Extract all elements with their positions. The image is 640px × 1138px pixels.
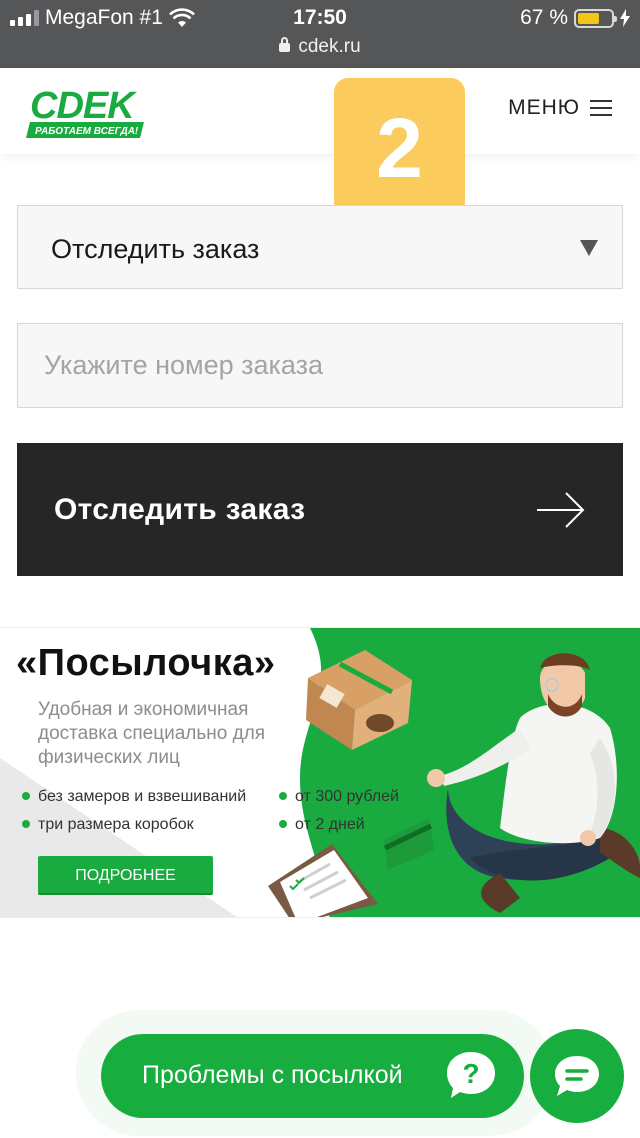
url-text: cdek.ru (298, 36, 361, 57)
hamburger-icon (590, 100, 612, 116)
status-bar: MegaFon #1 17:50 cdek.ru 67 % (0, 0, 640, 68)
status-right: 67 % (520, 6, 630, 30)
feature-item: без замеров и взвешиваний (22, 788, 246, 806)
question-icon: ? (447, 1052, 495, 1098)
track-order-button[interactable]: Отследить заказ (17, 443, 623, 576)
banner-title: «Посылочка» (16, 642, 276, 684)
battery-fill (578, 12, 600, 24)
tracking-type-select[interactable]: Отследить заказ (17, 205, 623, 289)
banner-subtitle: Удобная и экономичная доставка специальн… (38, 699, 266, 768)
track-order-label: Отследить заказ (54, 493, 306, 526)
url-bar[interactable]: cdek.ru (0, 36, 640, 58)
charging-icon (620, 9, 630, 27)
promo-banner[interactable]: «Посылочка» Удобная и экономичная достав… (0, 627, 640, 918)
order-number-input[interactable] (17, 323, 623, 408)
menu-button[interactable]: МЕНЮ (508, 96, 612, 120)
lock-icon (279, 37, 291, 52)
more-details-button[interactable]: ПОДРОБНЕЕ (38, 856, 213, 895)
chat-icon (555, 1056, 599, 1096)
dropdown-caret-icon (580, 240, 598, 256)
battery-percent: 67 % (520, 6, 568, 29)
logo-tagline: РАБОТАЕМ ВСЕГДА! (35, 126, 139, 137)
logo-wordmark: СDEK (30, 85, 137, 127)
step-number-badge: 2 (334, 78, 465, 218)
tracking-type-selected: Отследить заказ (51, 234, 260, 264)
site-header: СDEK РАБОТАЕМ ВСЕГДА! МЕНЮ (0, 68, 640, 154)
feature-item: от 300 рублей (279, 788, 399, 806)
feature-item: от 2 дней (279, 816, 365, 834)
cdek-logo[interactable]: СDEK РАБОТАЕМ ВСЕГДА! (26, 84, 152, 142)
menu-label: МЕНЮ (508, 96, 580, 119)
parcel-problems-label: Проблемы с посылкой (142, 1061, 403, 1089)
svg-text:?: ? (462, 1058, 479, 1089)
chat-button[interactable] (530, 1029, 624, 1123)
arrow-right-icon (537, 492, 585, 528)
parcel-problems-button[interactable]: Проблемы с посылкой ? (101, 1034, 524, 1118)
battery-icon (574, 8, 617, 28)
feature-item: три размера коробок (22, 816, 194, 834)
